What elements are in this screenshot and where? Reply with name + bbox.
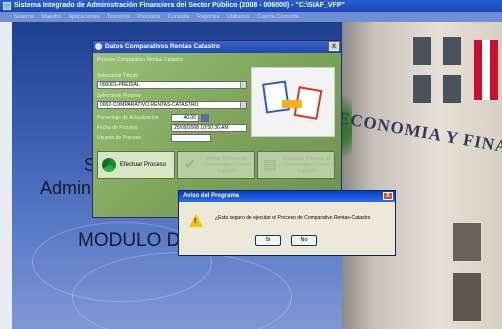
checkmark-icon: ✔ — [184, 156, 196, 172]
proceso-label: Seleccione Proceso — [97, 93, 142, 99]
comparativo-graphic — [251, 67, 335, 137]
efectuar-proceso-button[interactable]: Efectuar Proceso — [97, 151, 175, 179]
proceso-value: 0002-COMPARATIVO RENTAS-CATASTRO — [100, 102, 199, 108]
calculator-icon[interactable] — [201, 114, 209, 122]
menu-item-reportes[interactable]: Reportes — [197, 14, 219, 20]
dialog-title-bar: Datos Comparativos Rentas Catastro X — [93, 41, 341, 53]
tributo-value: 000001-PREDIAL — [100, 82, 140, 88]
actualizar-proceso-button[interactable]: ▤ Actualizar Proceso de Comparativo Rent… — [257, 151, 335, 179]
usuario-input[interactable] — [171, 134, 211, 142]
building-window — [442, 36, 462, 66]
app-title: Sistema Integrado de Administración Fina… — [14, 2, 345, 9]
dialog-close-button[interactable]: X — [329, 42, 339, 51]
building-window — [412, 36, 432, 66]
menu-item-utilitarios[interactable]: Utilitarios — [227, 14, 250, 20]
warning-mark: ! — [194, 218, 197, 225]
porcentaje-label: Porcentaje de Actualización — [97, 115, 159, 121]
anular-proceso-label: Anular Proceso de Comparativo Rentas-Cat… — [203, 156, 251, 174]
efectuar-proceso-label: Efectuar Proceso — [120, 162, 167, 168]
usuario-label: Usuario de Proceso — [97, 135, 141, 141]
fecha-label: Fecha de Proceso — [97, 125, 138, 131]
actualizar-proceso-label: Actualizar Proceso de Comparativo Rentas… — [282, 156, 332, 174]
menu-bar: Sistema Maestro Aplicaciones Tesorería P… — [0, 12, 502, 22]
document-icon — [262, 80, 290, 114]
building-window — [442, 74, 462, 104]
aviso-message: ¿Esta seguro de ejecutar el Proceso de C… — [215, 215, 371, 221]
tributo-label: Seleccione Tributo — [97, 73, 139, 79]
background-label-admin: Admin — [40, 178, 92, 198]
anular-proceso-button[interactable]: ✔ Anular Proceso de Comparativo Rentas-C… — [177, 151, 255, 179]
porcentaje-input[interactable]: 40.00 — [171, 114, 199, 122]
background-swirl — [72, 252, 292, 329]
arrow-icon — [282, 100, 302, 108]
fecha-input[interactable]: 25/09/2008 10:50:36 AM — [171, 124, 247, 132]
proceso-select[interactable]: 0002-COMPARATIVO RENTAS-CATASTRO — [97, 101, 247, 109]
background-label-modulo: MODULO D — [78, 230, 181, 251]
menu-item-maestro[interactable]: Maestro — [41, 14, 61, 20]
menu-item-consulta[interactable]: Consulta — [168, 14, 190, 20]
chevron-down-icon[interactable] — [240, 82, 246, 88]
tributo-select[interactable]: 000001-PREDIAL — [97, 81, 247, 89]
aviso-title-bar: Aviso del Programa X — [179, 191, 395, 202]
app-title-bar: Sistema Integrado de Administración Fina… — [0, 0, 502, 12]
left-edge — [0, 22, 12, 329]
no-button[interactable]: No — [291, 235, 317, 246]
aviso-title: Aviso del Programa — [183, 193, 240, 199]
building-door — [452, 222, 482, 262]
building-door — [452, 272, 482, 322]
dialog-title: Datos Comparativos Rentas Catastro — [105, 43, 220, 50]
chevron-down-icon[interactable] — [240, 102, 246, 108]
building-window — [412, 74, 432, 104]
dialog-app-icon — [95, 43, 102, 50]
header-label: Proceso Comparativo Rentas-Catastro — [97, 57, 183, 63]
menu-item-procesos[interactable]: Procesos — [137, 14, 160, 20]
document-edit-icon: ▤ — [263, 156, 277, 172]
recycle-icon — [102, 158, 116, 172]
app-icon — [3, 2, 11, 10]
aviso-close-button[interactable]: X — [383, 192, 393, 200]
peru-flag-image — [474, 40, 498, 100]
si-button[interactable]: Si — [255, 235, 281, 246]
menu-item-aplicaciones[interactable]: Aplicaciones — [69, 14, 100, 20]
menu-item-sistema[interactable]: Sistema — [14, 14, 34, 20]
menu-item-cuenta-corriente[interactable]: Cuenta Corriente — [257, 14, 299, 20]
menu-item-tesoreria[interactable]: Tesorería — [107, 14, 130, 20]
aviso-dialog: Aviso del Programa X ! ¿Esta seguro de e… — [178, 190, 396, 256]
